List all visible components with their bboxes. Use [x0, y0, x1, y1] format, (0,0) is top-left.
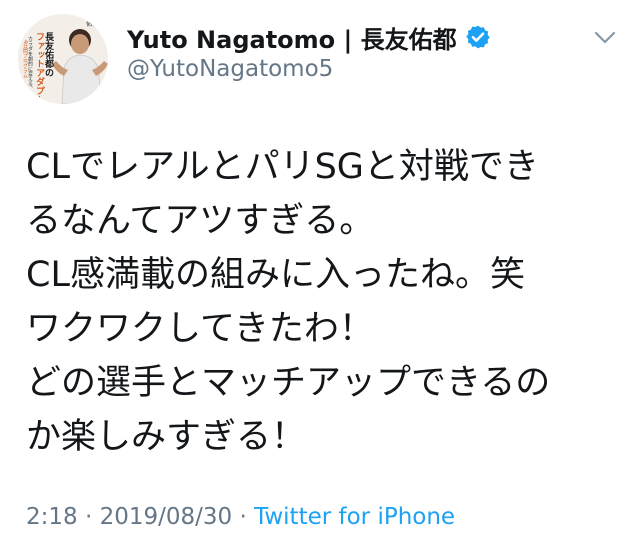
avatar-book-cover: 長友佑都の ファットアダプト カラダを劇的に変える、 4日間プログラム 佑都	[18, 14, 108, 104]
tweet-source-link[interactable]: Twitter for iPhone	[254, 504, 455, 530]
tweet-line: どの選手とマッチアップできるの	[26, 363, 551, 403]
avatar-title-line-2: ファットアダプト	[34, 32, 45, 104]
verified-badge-icon	[465, 24, 491, 50]
chevron-down-icon[interactable]	[591, 28, 619, 48]
avatar-title-line-1: 長友佑都の	[43, 32, 55, 77]
tweet-line: ワクワクしてきたわ！	[26, 309, 374, 349]
tweet-line: CLでレアルとパリSGと対戦でき	[26, 147, 539, 187]
tweet-meta: 2:18 · 2019/08/30 · Twitter for iPhone	[26, 504, 455, 530]
meta-separator: ·	[84, 504, 93, 530]
avatar[interactable]: 長友佑都の ファットアダプト カラダを劇的に変える、 4日間プログラム 佑都	[18, 14, 108, 104]
meta-separator: ·	[239, 504, 247, 530]
display-name[interactable]: Yuto Nagatomo | 長友佑都	[127, 20, 457, 55]
tweet-text: CLでレアルとパリSGと対戦でき るなんてアツすぎる。 CL感満載の組みに入った…	[26, 140, 626, 464]
tweet-date[interactable]: 2019/08/30	[100, 504, 233, 530]
avatar-sign: 佑都	[86, 20, 98, 28]
tweet-card: 長友佑都の ファットアダプト カラダを劇的に変える、 4日間プログラム 佑都 Y…	[0, 0, 640, 551]
user-handle[interactable]: @YutoNagatomo5	[127, 56, 333, 82]
tweet-line: CL感満載の組みに入ったね。笑	[26, 255, 525, 295]
tweet-line: るなんてアツすぎる。	[26, 201, 375, 241]
tweet-line: か楽しみすぎる！	[26, 417, 307, 457]
user-name-row: Yuto Nagatomo | 長友佑都	[127, 20, 491, 54]
avatar-subtitle-line-2: 4日間プログラム	[22, 40, 28, 79]
tweet-time[interactable]: 2:18	[26, 504, 78, 530]
